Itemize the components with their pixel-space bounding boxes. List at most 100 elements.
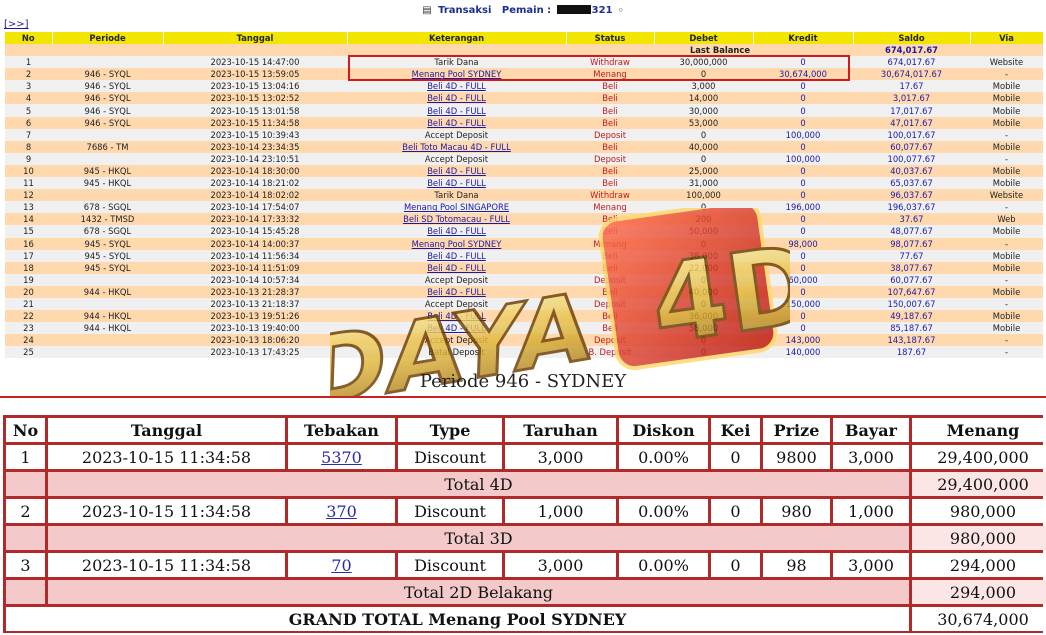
keterangan-link[interactable]: Beli 4D - FULL (427, 106, 486, 116)
cell-via: Website (970, 56, 1043, 69)
cell-saldo: 107,647.67 (853, 285, 970, 298)
cell-periode: 944 - HKQL (52, 310, 163, 323)
keterangan-link[interactable]: Beli 4D - FULL (427, 178, 486, 188)
bet-col-type: Type (398, 418, 502, 442)
cell-debet: 0 (654, 346, 753, 359)
bet-cell-tebakan: 370 (288, 499, 395, 523)
cell-debet: 25,000 (654, 164, 753, 178)
cell-keterangan: Beli 4D - FULL (347, 225, 566, 238)
keterangan-link[interactable]: Beli 4D - FULL (427, 166, 486, 176)
cell-via: Mobile (970, 80, 1043, 93)
cell-periode (52, 334, 163, 347)
cell-tanggal: 2023-10-15 10:39:43 (163, 128, 347, 141)
cell-periode: 944 - HKQL (52, 322, 163, 335)
cell-saldo: 143,187.67 (853, 334, 970, 347)
cell-via: - (970, 273, 1043, 286)
tebakan-link[interactable]: 370 (326, 502, 357, 521)
keterangan-link[interactable]: Beli 4D - FULL (427, 93, 486, 103)
next-page-link[interactable]: [>>] (4, 19, 29, 30)
cell-debet: 36,000 (654, 310, 753, 323)
cell-periode (52, 56, 163, 69)
keterangan-link[interactable]: Menang Pool SYDNEY (412, 69, 502, 79)
keterangan-link[interactable]: Beli 4D - FULL (427, 311, 486, 321)
header-title: Transaksi (438, 5, 492, 16)
cell-tanggal: 2023-10-13 21:28:37 (163, 285, 347, 298)
grand-total-value: 30,674,000 (912, 607, 1046, 631)
bet-col-tebakan: Tebakan (288, 418, 395, 442)
cell-no: 1 (5, 56, 52, 69)
col-kredit: Kredit (753, 32, 854, 44)
bet-cell-menang: 980,000 (912, 499, 1046, 523)
bet-cell-prize: 980 (763, 499, 830, 523)
keterangan-link[interactable]: Beli 4D - FULL (427, 118, 486, 128)
cell-keterangan: Accept Deposit (347, 273, 566, 286)
col-periode: Periode (52, 32, 164, 44)
table-row: 12 2023-10-14 18:02:02 Tarik Dana Withdraw 1… (5, 189, 1043, 202)
bet-cell-tebakan: 70 (288, 553, 395, 577)
cell-status: Menang (566, 201, 654, 214)
cell-saldo: 47,017.67 (853, 116, 970, 129)
cell-saldo: 40,037.67 (853, 164, 970, 178)
cell-keterangan: Accept Deposit (347, 334, 566, 347)
cell-periode: 946 - SYQL (52, 116, 163, 129)
table-row: 17 945 - SYQL 2023-10-14 11:56:34 Beli 4D -… (5, 249, 1043, 262)
keterangan-link[interactable]: Beli 4D - FULL (427, 263, 486, 273)
cell-kredit: 0 (753, 80, 853, 93)
cell-saldo: 187.67 (853, 346, 970, 359)
cell-status: Beli (566, 249, 654, 262)
cell-periode: 946 - SYQL (52, 68, 163, 81)
cell-saldo: 196,037.67 (853, 201, 970, 214)
cell-kredit: 0 (753, 322, 853, 335)
cell-status: Menang (566, 237, 654, 250)
tebakan-link[interactable]: 5370 (321, 448, 362, 467)
cell-kredit: 0 (753, 213, 853, 226)
table-row: 21 2023-10-13 21:18:37 Accept Deposit Depos… (5, 297, 1043, 311)
bet-cell-diskon: 0.00% (619, 553, 708, 577)
keterangan-link[interactable]: Beli 4D - FULL (427, 81, 486, 91)
cell-debet: 40,000 (654, 285, 753, 298)
cell-via: Mobile (970, 104, 1043, 117)
cell-saldo: 30,674,017.67 (853, 68, 970, 81)
cell-saldo: 37.67 (853, 213, 970, 226)
table-row: 23 944 - HKQL 2023-10-13 19:40:00 Beli 4D -… (5, 322, 1043, 335)
cell-tanggal: 2023-10-14 23:34:35 (163, 140, 347, 153)
info-icon[interactable]: ◦ (618, 6, 624, 16)
keterangan-link[interactable]: Beli 4D - FULL (427, 287, 486, 297)
bet-col-menang: Menang (912, 418, 1046, 442)
cell-kredit: 0 (753, 225, 853, 238)
cell-debet: 0 (654, 273, 753, 286)
keterangan-link[interactable]: Beli 4D - FULL (427, 323, 486, 333)
section-divider (0, 396, 1046, 398)
keterangan-link[interactable]: Beli SD Totomacau - FULL (403, 214, 510, 224)
bet-row: 2 2023-10-15 11:34:58 370 Discount 1,000 0.00… (6, 499, 1046, 523)
table-row: 2 946 - SYQL 2023-10-15 13:59:05 Menang Poo… (5, 68, 1043, 81)
bet-col-prize: Prize (763, 418, 830, 442)
keterangan-link[interactable]: Beli Toto Macau 4D - FULL (402, 142, 511, 152)
cell-kredit: 0 (753, 249, 853, 262)
cell-no: 4 (5, 92, 52, 105)
keterangan-link[interactable]: Menang Pool SYDNEY (412, 239, 502, 249)
cell-keterangan: Tarik Dana (347, 189, 566, 202)
bet-cell-type: Discount (398, 553, 502, 577)
cell-tanggal: 2023-10-14 11:51:09 (163, 261, 347, 274)
bet-cell-taruhan: 3,000 (505, 553, 616, 577)
cell-via: Mobile (970, 140, 1043, 153)
keterangan-link[interactable]: Beli 4D - FULL (427, 251, 486, 261)
keterangan-link[interactable]: Beli 4D - FULL (427, 226, 486, 236)
cell-no: 18 (5, 261, 52, 274)
cell-status: Deposit (566, 334, 654, 347)
cell-saldo: 38,077.67 (853, 261, 970, 274)
cell-kredit: 0 (753, 261, 853, 274)
cell-saldo: 85,187.67 (853, 322, 970, 335)
cell-debet: 100,000 (654, 189, 753, 202)
keterangan-link[interactable]: Menang Pool SINGAPORE (404, 202, 509, 212)
bet-cell-prize: 98 (763, 553, 830, 577)
table-row: 18 945 - SYQL 2023-10-14 11:51:09 Beli 4D -… (5, 261, 1043, 274)
tebakan-link[interactable]: 70 (331, 556, 351, 575)
cell-status: Withdraw (566, 189, 654, 202)
cell-no: 20 (5, 285, 52, 298)
cell-status: Deposit (566, 273, 654, 286)
cell-no: 2 (5, 68, 52, 81)
cell-kredit: 0 (753, 92, 853, 105)
bet-cell-taruhan: 3,000 (505, 445, 616, 469)
